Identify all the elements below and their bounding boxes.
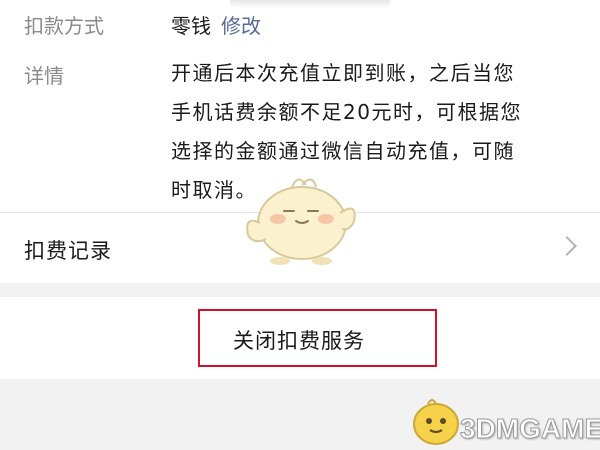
top-shadow-strip [230, 0, 390, 8]
edit-payment-link[interactable]: 修改 [221, 14, 261, 38]
watermark-text: 3DMGAME [459, 413, 600, 445]
deduction-records-label: 扣费记录 [24, 239, 112, 263]
payment-method-label: 扣款方式 [24, 14, 104, 38]
details-line: 时取消。 [171, 178, 257, 202]
details-line: 手机话费余额不足20元时，可根据您 [171, 100, 522, 124]
close-service-section: 关闭扣费服务 [0, 297, 600, 379]
close-service-label: 关闭扣费服务 [233, 329, 365, 353]
details-line: 开通后本次充值立即到账，之后当您 [171, 61, 515, 85]
mascot-sticker-icon [246, 178, 356, 265]
details-line: 选择的金额通过微信自动充值，可随 [171, 139, 515, 163]
payment-method-text: 零钱 [171, 14, 211, 38]
chevron-right-icon [557, 236, 577, 256]
details-label: 详情 [24, 64, 64, 88]
close-service-button[interactable]: 关闭扣费服务 [198, 309, 437, 367]
watermark-mascot-icon [413, 399, 459, 445]
payment-method-value: 零钱 修改 [171, 10, 261, 39]
details-text: 开通后本次充值立即到账，之后当您 手机话费余额不足20元时，可根据您 选择的金额… [171, 54, 576, 210]
